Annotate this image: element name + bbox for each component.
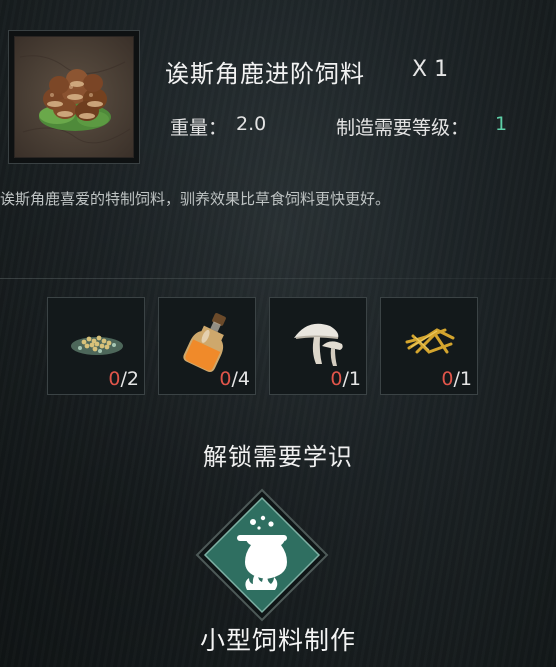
skill-name: 小型饲料制作 — [199, 626, 356, 655]
material-need: /1 — [453, 368, 473, 390]
grain-seeds-icon — [71, 335, 123, 355]
material-need: /4 — [231, 368, 251, 390]
material-slot-potion[interactable]: 0/4 — [158, 297, 256, 395]
craft-level-value: 1 — [495, 113, 508, 135]
material-have: 0 — [219, 368, 232, 390]
material-need: /1 — [342, 368, 362, 390]
material-count: 0/4 — [219, 368, 250, 390]
weight-label: 重量： — [170, 117, 228, 139]
material-have: 0 — [441, 368, 454, 390]
skill-badge[interactable] — [195, 488, 329, 622]
potion-bottle-icon — [183, 313, 226, 372]
item-icon-frame — [8, 30, 140, 164]
material-slot-mushroom[interactable]: 0/1 — [269, 297, 367, 395]
divider — [0, 278, 556, 279]
weight-value: 2.0 — [236, 113, 267, 135]
mushroom-icon — [294, 323, 343, 366]
item-quantity: X 1 — [412, 57, 449, 82]
craft-level-label: 制造需要等级： — [336, 117, 470, 139]
item-title: 诶斯角鹿进阶饲料 — [165, 60, 365, 88]
golden-straw-icon — [405, 328, 455, 354]
material-have: 0 — [108, 368, 121, 390]
material-slot-grain[interactable]: 0/2 — [47, 297, 145, 395]
item-description: 诶斯角鹿喜爱的特制饲料，驯养效果比草食饲料更快更好。 — [0, 190, 391, 208]
material-count: 0/1 — [441, 368, 472, 390]
material-slot-straw[interactable]: 0/1 — [380, 297, 478, 395]
material-count: 0/2 — [108, 368, 139, 390]
unlock-requirement-title: 解锁需要学识 — [203, 443, 353, 471]
material-need: /2 — [120, 368, 140, 390]
material-have: 0 — [330, 368, 343, 390]
material-count: 0/1 — [330, 368, 361, 390]
chestnut-feed-icon — [14, 36, 134, 158]
